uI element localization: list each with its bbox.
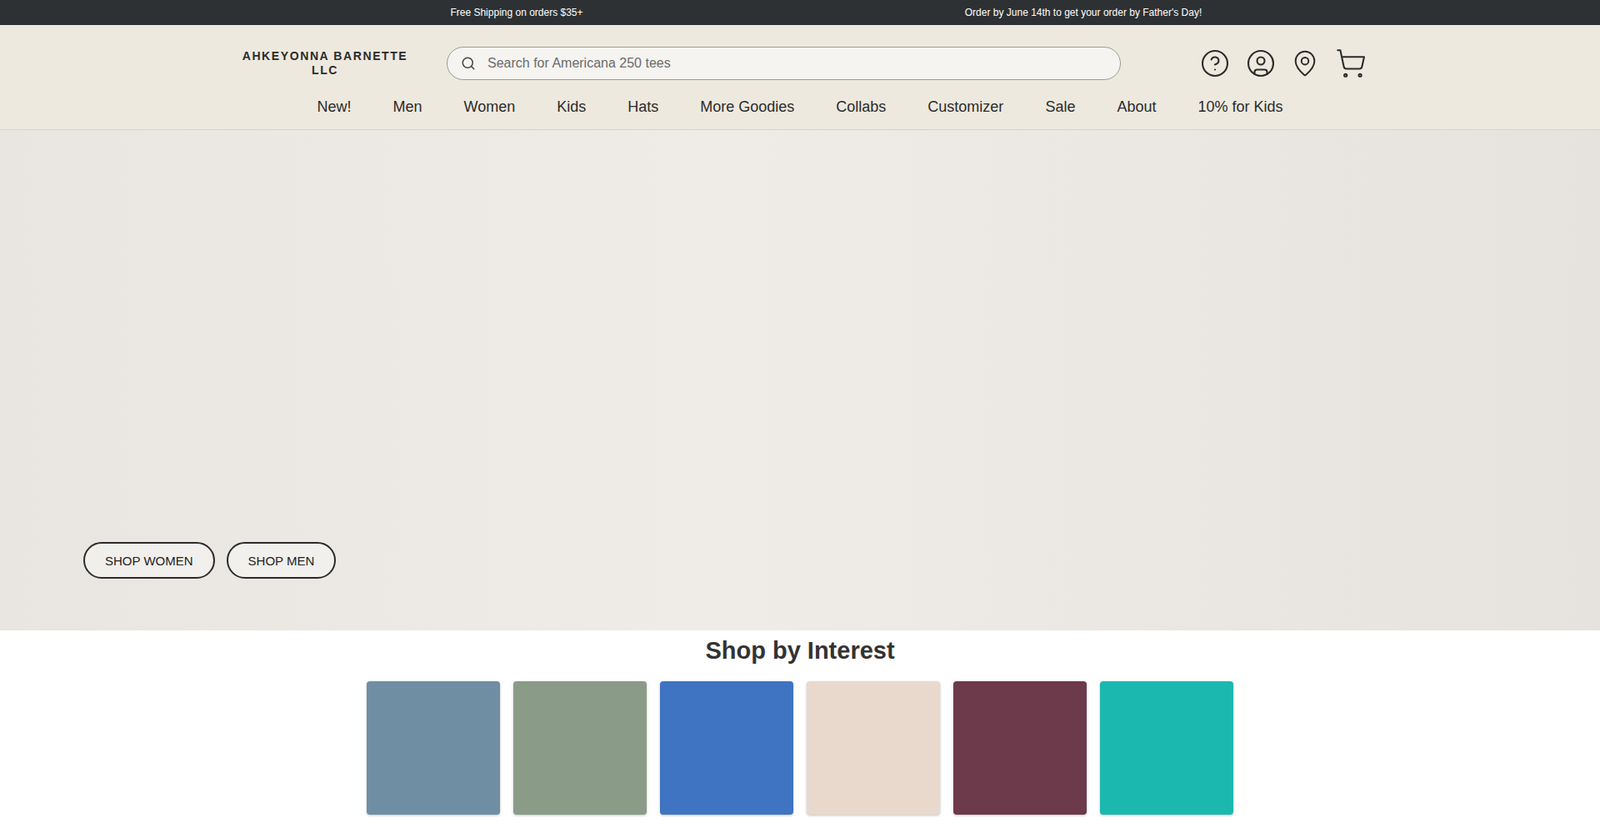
cart-button[interactable] bbox=[1335, 47, 1367, 80]
page: Free Shipping on orders $35+Order by Jun… bbox=[0, 0, 1600, 828]
nav-item[interactable]: Hats bbox=[627, 98, 659, 116]
interest-tile[interactable] bbox=[806, 680, 940, 815]
help-button[interactable] bbox=[1200, 48, 1230, 79]
map-pin-icon bbox=[1290, 49, 1320, 78]
hero-button[interactable]: SHOP WOMEN bbox=[83, 541, 215, 579]
announcement-text: Order by June 14th to get your order by … bbox=[800, 6, 1600, 19]
search-icon bbox=[460, 55, 476, 71]
interest-tile[interactable] bbox=[366, 680, 500, 815]
interest-tile[interactable] bbox=[1100, 680, 1234, 815]
help-icon bbox=[1200, 48, 1230, 79]
user-icon bbox=[1245, 48, 1276, 79]
nav-item[interactable]: Customizer bbox=[927, 98, 1004, 116]
nav-item[interactable]: Collabs bbox=[835, 98, 886, 116]
header-icons bbox=[1200, 47, 1367, 80]
search-input[interactable] bbox=[485, 55, 1107, 72]
interest-tile[interactable] bbox=[660, 680, 794, 815]
nav-item[interactable]: Sale bbox=[1045, 98, 1075, 116]
main-nav: New! Men Women Kids Hats More Goodies Collabs C… bbox=[316, 80, 1283, 130]
announcement-bar: Free Shipping on orders $35+Order by Jun… bbox=[0, 0, 1600, 25]
interest-tiles bbox=[366, 680, 1234, 815]
nav-item[interactable]: Kids bbox=[556, 98, 586, 116]
header-row: AHKEYONNA BARNETTE LLC bbox=[233, 46, 1367, 80]
cart-icon bbox=[1335, 47, 1367, 80]
nav-item[interactable]: About bbox=[1116, 98, 1156, 116]
hero-banner: SHOP WOMEN SHOP MEN bbox=[0, 130, 1600, 630]
hero-button[interactable]: SHOP MEN bbox=[226, 541, 337, 579]
interest-tile[interactable] bbox=[513, 680, 647, 815]
site-header: AHKEYONNA BARNETTE LLC New! Men Women Kids Ha… bbox=[0, 25, 1600, 130]
nav-item[interactable]: 10% for Kids bbox=[1197, 98, 1283, 116]
logo[interactable]: AHKEYONNA BARNETTE LLC bbox=[233, 49, 417, 78]
nav-item[interactable]: More Goodies bbox=[700, 98, 795, 116]
nav-item[interactable]: New! bbox=[316, 98, 351, 116]
nav-item[interactable]: Men bbox=[393, 98, 423, 116]
shop-by-interest: Shop by Interest bbox=[0, 630, 1600, 815]
store-locator-button[interactable] bbox=[1290, 49, 1320, 78]
announcement-text: Free Shipping on orders $35+ bbox=[0, 6, 800, 19]
section-title: Shop by Interest bbox=[705, 636, 895, 665]
nav-item[interactable]: Women bbox=[464, 98, 516, 116]
search-box bbox=[446, 46, 1121, 80]
account-button[interactable] bbox=[1245, 48, 1276, 79]
interest-tile[interactable] bbox=[953, 680, 1087, 815]
